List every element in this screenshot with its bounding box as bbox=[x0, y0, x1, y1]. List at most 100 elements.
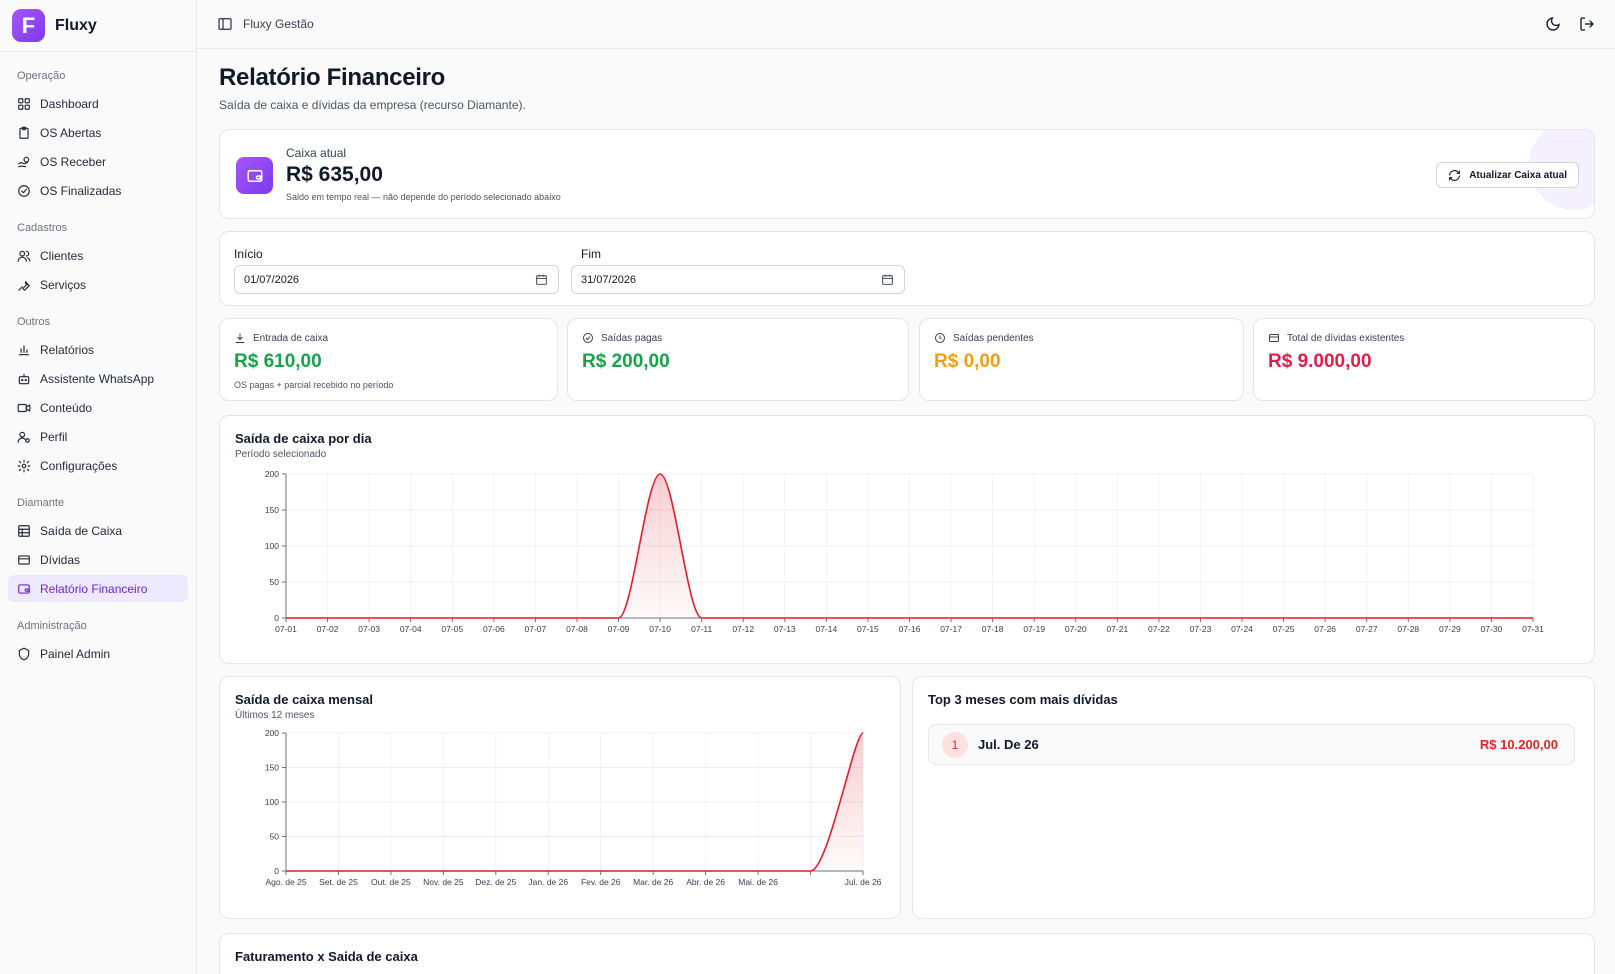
stat-card-saidas-pagas: Saídas pagas R$ 200,00 bbox=[567, 318, 909, 401]
sidebar-item-saida-de-caixa[interactable]: Saída de Caixa bbox=[8, 517, 188, 544]
stat-label: Entrada de caixa bbox=[234, 332, 328, 344]
end-date-input[interactable]: 31/07/2026 bbox=[571, 265, 905, 294]
end-date-label: Fim bbox=[581, 247, 601, 261]
x-tick-label: 07-23 bbox=[1190, 624, 1212, 634]
end-date-value: 31/07/2026 bbox=[581, 273, 637, 286]
faturamento-card: Faturamento x Saida de caixa bbox=[219, 933, 1595, 974]
sidebar-item-label: Conteúdo bbox=[40, 400, 93, 415]
sidebar-item-os-receber[interactable]: OS Receber bbox=[8, 148, 188, 175]
video-icon bbox=[17, 403, 31, 412]
y-tick-label: 50 bbox=[270, 577, 280, 587]
x-tick-label: 07-06 bbox=[483, 624, 505, 634]
x-tick-label: 07-20 bbox=[1065, 624, 1087, 634]
sidebar-item-relatorios[interactable]: Relatórios bbox=[8, 336, 188, 363]
sidebar-item-label: OS Receber bbox=[40, 154, 107, 169]
nav-group-title: Administração bbox=[17, 620, 87, 632]
stat-label: Saídas pagas bbox=[582, 332, 662, 344]
sidebar-toggle-icon[interactable] bbox=[217, 16, 233, 32]
app-name: Fluxy bbox=[55, 16, 97, 34]
stat-value: R$ 610,00 bbox=[234, 351, 322, 372]
monthly-chart: 0 50 100 150 200 Ago. de 25 Set. de 25 Out. de … bbox=[265, 728, 882, 887]
sidebar-item-painel-admin[interactable]: Painel Admin bbox=[8, 640, 188, 667]
check-circle-icon bbox=[583, 333, 593, 343]
shield-icon bbox=[18, 647, 30, 660]
bar-chart-icon bbox=[18, 344, 30, 355]
x-tick-label: 07-14 bbox=[815, 624, 837, 634]
gear-icon bbox=[17, 459, 31, 472]
stat-note: OS pagas + parcial recebido no período bbox=[234, 380, 394, 390]
brand[interactable]: F Fluxy bbox=[0, 0, 196, 52]
credit-card-icon bbox=[1269, 334, 1279, 342]
x-tick-label: 07-11 bbox=[691, 624, 712, 634]
credit-card-icon bbox=[18, 554, 30, 565]
logout-icon[interactable] bbox=[1579, 16, 1595, 32]
calendar-icon[interactable] bbox=[535, 273, 548, 286]
x-tick-label: Jul. de 26 bbox=[845, 877, 882, 887]
sidebar-item-servicos[interactable]: Serviços bbox=[8, 271, 188, 298]
x-tick-label: 07-17 bbox=[940, 624, 962, 634]
sidebar-item-label: Serviços bbox=[40, 277, 87, 292]
period-filter-card: Início 01/07/2026 Fim 31/07/2026 bbox=[219, 231, 1595, 306]
users-icon bbox=[17, 250, 31, 262]
clock-icon bbox=[935, 333, 945, 343]
sidebar-item-dashboard[interactable]: Dashboard bbox=[8, 90, 188, 117]
top3-month: Jul. De 26 bbox=[978, 737, 1039, 752]
download-icon bbox=[236, 333, 244, 343]
x-tick-label: 07-26 bbox=[1314, 624, 1336, 634]
moon-icon[interactable] bbox=[1545, 16, 1561, 32]
sidebar-item-label: OS Finalizadas bbox=[40, 183, 122, 198]
nav-group-title: Cadastros bbox=[17, 222, 68, 234]
y-tick-label: 150 bbox=[265, 505, 279, 515]
nav-group-title: Diamante bbox=[17, 497, 65, 509]
x-tick-label: 07-18 bbox=[982, 624, 1004, 634]
nav-group: Administração Painel Admin bbox=[0, 620, 196, 667]
x-tick-label: 07-13 bbox=[774, 624, 796, 634]
sidebar-item-clientes[interactable]: Clientes bbox=[8, 242, 188, 269]
caixa-atual-card: Caixa atual R$ 635,00 Saldo em tempo rea… bbox=[219, 129, 1595, 219]
nav-group: Outros Relatórios Assistente WhatsApp Conte… bbox=[0, 316, 196, 479]
x-tick-label: Dez. de 25 bbox=[475, 877, 516, 887]
y-tick-label: 150 bbox=[265, 763, 279, 773]
wrench-icon bbox=[18, 280, 30, 291]
breadcrumb: Fluxy Gestão bbox=[243, 17, 314, 31]
caixa-note: Saldo em tempo real — não depende do per… bbox=[286, 192, 561, 202]
sidebar-item-conteudo[interactable]: Conteúdo bbox=[8, 394, 188, 421]
stat-label-text: Total de dívidas existentes bbox=[1287, 332, 1405, 344]
sidebar-item-label: Relatórios bbox=[40, 342, 95, 357]
sidebar-item-os-finalizadas[interactable]: OS Finalizadas bbox=[8, 177, 188, 204]
sidebar-item-label: Painel Admin bbox=[40, 646, 111, 661]
sidebar-item-perfil[interactable]: Perfil bbox=[8, 423, 188, 450]
sidebar-item-os-abertas[interactable]: OS Abertas bbox=[8, 119, 188, 146]
sidebar-item-dividas[interactable]: Dívidas bbox=[8, 546, 188, 573]
calendar-icon[interactable] bbox=[881, 273, 894, 286]
x-tick-label: 07-21 bbox=[1106, 624, 1128, 634]
sidebar-item-label: Saída de Caixa bbox=[40, 523, 123, 538]
sidebar-item-relatorio-financeiro[interactable]: Relatório Financeiro bbox=[8, 575, 188, 602]
user-cog-icon bbox=[17, 431, 30, 443]
nav-group-title: Outros bbox=[17, 316, 51, 328]
start-date-input[interactable]: 01/07/2026 bbox=[234, 265, 559, 294]
refresh-caixa-button[interactable]: Atualizar Caixa atual bbox=[1436, 162, 1579, 188]
x-tick-label: Jan. de 26 bbox=[528, 877, 568, 887]
x-tick-label: 07-28 bbox=[1397, 624, 1419, 634]
sidebar-item-configuracoes[interactable]: Configurações bbox=[8, 452, 188, 479]
nav-group-title: Operação bbox=[17, 70, 66, 82]
main-content: Relatório Financeiro Saída de caixa e dí… bbox=[219, 49, 1595, 974]
clipboard-icon bbox=[19, 126, 29, 139]
sidebar-item-label: OS Abertas bbox=[40, 125, 102, 140]
x-tick-label: Mar. de 26 bbox=[633, 877, 673, 887]
sidebar-item-assistente-whatsapp[interactable]: Assistente WhatsApp bbox=[8, 365, 188, 392]
sidebar-nav: Operação Dashboard OS Abertas OS Receber OS … bbox=[0, 70, 196, 667]
rank-badge: 1 bbox=[942, 732, 968, 758]
x-tick-label: Out. de 25 bbox=[371, 877, 411, 887]
stat-value: R$ 9.000,00 bbox=[1268, 351, 1372, 372]
x-tick-label: 07-19 bbox=[1023, 624, 1045, 634]
caixa-label: Caixa atual bbox=[286, 146, 347, 160]
top3-item: 1 Jul. De 26 R$ 10.200,00 bbox=[928, 724, 1575, 765]
x-tick-label: Set. de 25 bbox=[319, 877, 358, 887]
nav-group: Diamante Saída de Caixa Dívidas Relatório F… bbox=[0, 497, 196, 602]
stat-value: R$ 200,00 bbox=[582, 351, 670, 372]
stat-card-entrada: Entrada de caixa R$ 610,00 OS pagas + pa… bbox=[219, 318, 558, 401]
x-tick-label: 07-24 bbox=[1231, 624, 1253, 634]
sidebar-item-label: Perfil bbox=[40, 429, 68, 444]
